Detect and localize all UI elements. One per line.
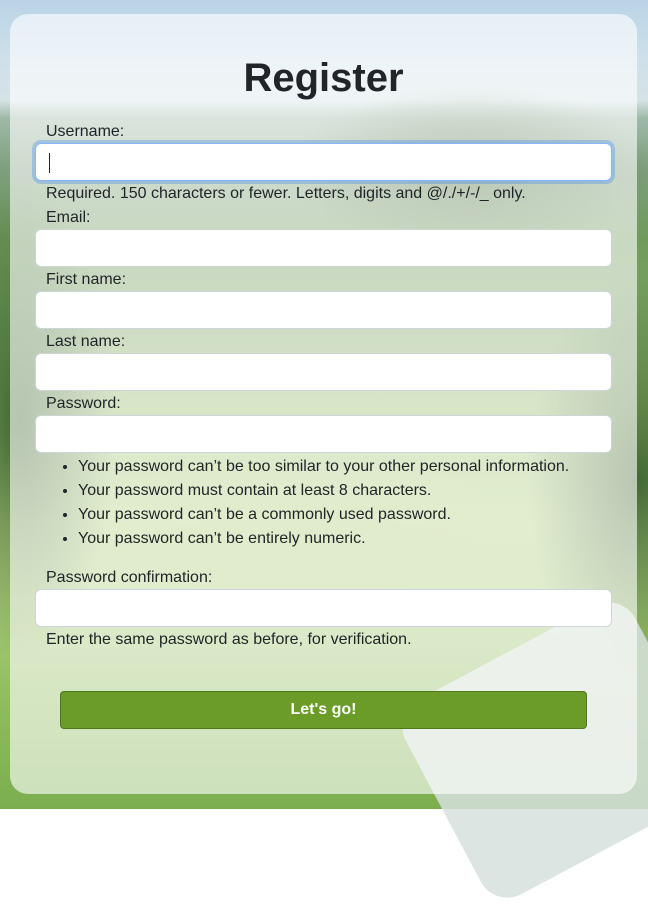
page-title: Register: [243, 56, 404, 100]
first-name-label: First name:: [46, 271, 127, 288]
password-rules-list: Your password can’t be too similar to yo…: [46, 455, 569, 551]
first-name-input[interactable]: [35, 291, 612, 329]
register-card: Register Username: Required. 150 charact…: [10, 14, 637, 794]
username-input[interactable]: [35, 143, 612, 181]
password-rule: Your password can’t be too similar to yo…: [78, 455, 569, 479]
password-confirmation-help-text: Enter the same password as before, for v…: [46, 631, 412, 648]
text-caret: [49, 153, 50, 173]
username-help-text: Required. 150 characters or fewer. Lette…: [46, 185, 526, 202]
email-label: Email:: [46, 209, 91, 226]
last-name-input[interactable]: [35, 353, 612, 391]
email-input[interactable]: [35, 229, 612, 267]
password-rule: Your password must contain at least 8 ch…: [78, 479, 569, 503]
submit-button[interactable]: Let's go!: [60, 691, 587, 729]
password-rule: Your password can’t be entirely numeric.: [78, 527, 569, 551]
password-rule: Your password can’t be a commonly used p…: [78, 503, 569, 527]
last-name-label: Last name:: [46, 333, 126, 350]
password-input[interactable]: [35, 415, 612, 453]
password-label: Password:: [46, 395, 121, 412]
username-label: Username:: [46, 123, 125, 140]
password-confirmation-input[interactable]: [35, 589, 612, 627]
password-confirmation-label: Password confirmation:: [46, 569, 213, 586]
